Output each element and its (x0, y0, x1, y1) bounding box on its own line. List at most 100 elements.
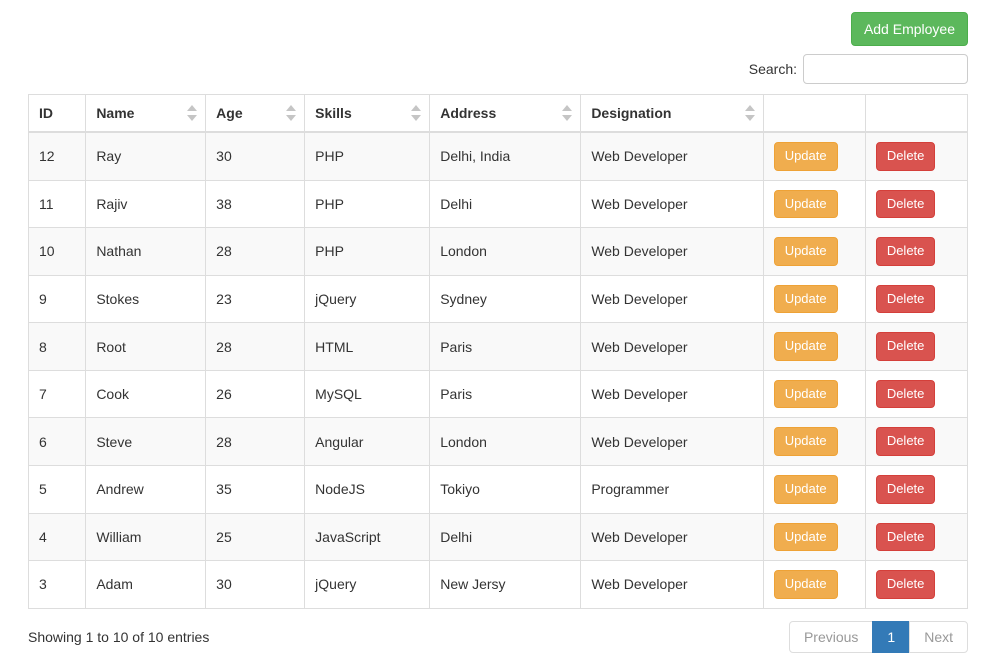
pagination-prev[interactable]: Previous (789, 621, 873, 653)
cell-name: Nathan (86, 228, 206, 276)
sort-icon (411, 105, 421, 121)
cell-age: 25 (206, 513, 305, 561)
column-header-id[interactable]: ID (29, 95, 86, 133)
pagination-page-1[interactable]: 1 (872, 621, 910, 653)
sort-icon (745, 105, 755, 121)
delete-button[interactable]: Delete (876, 523, 936, 552)
cell-update: Update (763, 465, 865, 513)
cell-address: Paris (430, 323, 581, 371)
column-header-name[interactable]: Name (86, 95, 206, 133)
cell-address: London (430, 228, 581, 276)
table-row: 10Nathan28PHPLondonWeb DeveloperUpdateDe… (29, 228, 968, 276)
cell-skills: PHP (305, 180, 430, 228)
cell-id: 11 (29, 180, 86, 228)
update-button[interactable]: Update (774, 523, 838, 552)
cell-skills: MySQL (305, 370, 430, 418)
cell-delete: Delete (865, 228, 967, 276)
delete-button[interactable]: Delete (876, 285, 936, 314)
cell-name: Andrew (86, 465, 206, 513)
cell-address: Delhi (430, 513, 581, 561)
cell-name: Stokes (86, 275, 206, 323)
delete-button[interactable]: Delete (876, 380, 936, 409)
table-row: 12Ray30PHPDelhi, IndiaWeb DeveloperUpdat… (29, 132, 968, 180)
cell-name: William (86, 513, 206, 561)
update-button[interactable]: Update (774, 380, 838, 409)
cell-id: 5 (29, 465, 86, 513)
cell-designation: Web Developer (581, 513, 763, 561)
column-header-label: ID (39, 105, 53, 121)
cell-age: 28 (206, 323, 305, 371)
cell-update: Update (763, 323, 865, 371)
table-row: 7Cook26MySQLParisWeb DeveloperUpdateDele… (29, 370, 968, 418)
cell-designation: Web Developer (581, 418, 763, 466)
cell-skills: Angular (305, 418, 430, 466)
cell-delete: Delete (865, 561, 967, 609)
delete-button[interactable]: Delete (876, 237, 936, 266)
update-button[interactable]: Update (774, 427, 838, 456)
update-button[interactable]: Update (774, 332, 838, 361)
sort-icon (187, 105, 197, 121)
update-button[interactable]: Update (774, 285, 838, 314)
search-label: Search: (749, 61, 797, 77)
column-header-address[interactable]: Address (430, 95, 581, 133)
table-row: 6Steve28AngularLondonWeb DeveloperUpdate… (29, 418, 968, 466)
cell-name: Adam (86, 561, 206, 609)
cell-age: 30 (206, 561, 305, 609)
cell-address: London (430, 418, 581, 466)
cell-designation: Web Developer (581, 180, 763, 228)
cell-id: 9 (29, 275, 86, 323)
cell-skills: PHP (305, 132, 430, 180)
delete-button[interactable]: Delete (876, 427, 936, 456)
cell-age: 38 (206, 180, 305, 228)
cell-id: 4 (29, 513, 86, 561)
cell-designation: Web Developer (581, 370, 763, 418)
cell-delete: Delete (865, 275, 967, 323)
cell-delete: Delete (865, 513, 967, 561)
column-header-actions-2 (865, 95, 967, 133)
column-header-label: Designation (591, 105, 671, 121)
cell-age: 35 (206, 465, 305, 513)
column-header-label: Skills (315, 105, 352, 121)
cell-id: 10 (29, 228, 86, 276)
cell-age: 23 (206, 275, 305, 323)
update-button[interactable]: Update (774, 142, 838, 171)
cell-update: Update (763, 370, 865, 418)
cell-designation: Web Developer (581, 132, 763, 180)
cell-age: 30 (206, 132, 305, 180)
cell-designation: Web Developer (581, 561, 763, 609)
cell-designation: Web Developer (581, 275, 763, 323)
column-header-skills[interactable]: Skills (305, 95, 430, 133)
cell-address: Tokiyo (430, 465, 581, 513)
delete-button[interactable]: Delete (876, 332, 936, 361)
cell-delete: Delete (865, 323, 967, 371)
update-button[interactable]: Update (774, 190, 838, 219)
add-employee-button[interactable]: Add Employee (851, 12, 968, 46)
cell-update: Update (763, 180, 865, 228)
cell-id: 12 (29, 132, 86, 180)
delete-button[interactable]: Delete (876, 190, 936, 219)
cell-skills: jQuery (305, 275, 430, 323)
table-row: 8Root28HTMLParisWeb DeveloperUpdateDelet… (29, 323, 968, 371)
cell-delete: Delete (865, 418, 967, 466)
entries-info: Showing 1 to 10 of 10 entries (28, 629, 209, 645)
delete-button[interactable]: Delete (876, 475, 936, 504)
table-row: 11Rajiv38PHPDelhiWeb DeveloperUpdateDele… (29, 180, 968, 228)
update-button[interactable]: Update (774, 475, 838, 504)
table-row: 5Andrew35NodeJSTokiyoProgrammerUpdateDel… (29, 465, 968, 513)
cell-id: 3 (29, 561, 86, 609)
delete-button[interactable]: Delete (876, 142, 936, 171)
cell-id: 6 (29, 418, 86, 466)
update-button[interactable]: Update (774, 570, 838, 599)
column-header-age[interactable]: Age (206, 95, 305, 133)
column-header-label: Address (440, 105, 496, 121)
cell-designation: Web Developer (581, 323, 763, 371)
delete-button[interactable]: Delete (876, 570, 936, 599)
update-button[interactable]: Update (774, 237, 838, 266)
cell-update: Update (763, 228, 865, 276)
table-row: 9Stokes23jQuerySydneyWeb DeveloperUpdate… (29, 275, 968, 323)
cell-skills: jQuery (305, 561, 430, 609)
pagination-next[interactable]: Next (909, 621, 968, 653)
search-input[interactable] (803, 54, 968, 84)
column-header-designation[interactable]: Designation (581, 95, 763, 133)
cell-name: Steve (86, 418, 206, 466)
